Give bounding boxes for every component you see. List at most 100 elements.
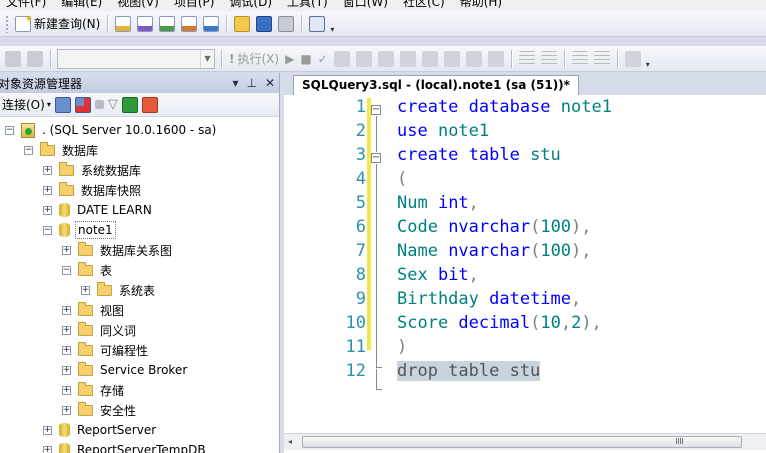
tree-node[interactable]: + 数据库快照 (0, 180, 279, 200)
toolbar-grip[interactable] (5, 14, 9, 33)
tree-node[interactable]: − 数据库 (0, 140, 279, 160)
expand-icon[interactable]: + (62, 365, 71, 375)
expand-icon[interactable]: + (43, 185, 52, 195)
parse-button[interactable]: ✓ (315, 48, 331, 70)
code-line[interactable]: Num int, (397, 193, 479, 213)
connect-dropdown[interactable]: 连接(O) ▾ (2, 96, 51, 113)
menu-item[interactable]: 帮助(H) (454, 0, 511, 11)
print-button[interactable] (275, 13, 297, 35)
menu-item[interactable]: 项目(P) (168, 0, 224, 11)
close-icon[interactable]: ✕ (265, 76, 275, 90)
decrease-indent-button[interactable] (569, 48, 591, 70)
filter-icon[interactable]: ▽ (108, 97, 118, 112)
specify-values-button[interactable] (375, 48, 397, 70)
code-line[interactable]: create table stu (397, 145, 561, 165)
available-databases-dropdown[interactable]: ▼ (57, 48, 215, 69)
results-to-grid-button[interactable] (463, 48, 485, 70)
menu-item[interactable]: 文件(F) (0, 0, 55, 11)
expand-icon[interactable]: + (62, 385, 71, 395)
expand-icon[interactable]: + (62, 405, 71, 415)
include-plan-button[interactable] (397, 48, 419, 70)
code-line[interactable]: Name nvarchar(100), (397, 241, 592, 261)
menu-item[interactable]: 工具(T) (281, 0, 337, 11)
tree-node[interactable]: − note1 (0, 220, 279, 240)
tree-node[interactable]: + 数据库关系图 (0, 240, 279, 260)
code-area[interactable]: − − 1 create database note1 2 use note1 3 cre… (284, 95, 766, 433)
code-line[interactable]: ) (397, 337, 407, 357)
tree-node[interactable]: + 安全性 (0, 400, 279, 420)
db-engine-query-button[interactable] (112, 13, 134, 35)
tree-node[interactable]: + 可编程性 (0, 340, 279, 360)
expand-icon[interactable]: + (43, 445, 52, 453)
toolbar-overflow-icon[interactable]: ▾ (646, 60, 650, 71)
tree-node[interactable]: + Service Broker (0, 360, 279, 380)
menu-item[interactable]: 编辑(E) (55, 0, 111, 11)
code-line[interactable]: Birthday datetime, (397, 289, 581, 309)
tree-node[interactable]: + 系统表 (0, 280, 279, 300)
tree-node[interactable]: + ReportServerTempDB (0, 440, 279, 453)
client-stats-button[interactable] (419, 48, 441, 70)
display-plan-button[interactable] (331, 48, 353, 70)
expand-icon[interactable]: + (62, 305, 71, 315)
sqlce-query-button[interactable] (200, 13, 222, 35)
window-position-icon[interactable]: ▾ (232, 76, 238, 90)
tree-node[interactable]: − 表 (0, 260, 279, 280)
query-designer-button[interactable] (353, 48, 375, 70)
tree-node[interactable]: + 视图 (0, 300, 279, 320)
scroll-left-icon[interactable]: ◂ (288, 437, 292, 446)
menu-item[interactable]: 社区(C) (397, 0, 454, 11)
pin-icon[interactable]: ⊥ (246, 76, 256, 90)
code-line[interactable]: ( (397, 169, 407, 189)
specify-template-button[interactable] (622, 48, 644, 70)
tree-node[interactable]: + 系统数据库 (0, 160, 279, 180)
xmla-query-button[interactable] (178, 13, 200, 35)
horizontal-scrollbar[interactable]: ◂ (284, 433, 766, 450)
save-button[interactable] (253, 13, 275, 35)
disconnect-icon[interactable] (74, 96, 91, 113)
expand-icon[interactable]: + (43, 425, 52, 435)
expand-icon[interactable]: + (43, 205, 52, 215)
refresh-icon[interactable] (121, 96, 138, 113)
expand-icon[interactable]: + (62, 345, 71, 355)
expand-icon[interactable]: + (43, 165, 52, 175)
uncomment-button[interactable] (538, 48, 560, 70)
code-line[interactable]: use note1 (397, 121, 489, 141)
code-line[interactable]: drop table stu (397, 361, 541, 381)
expand-icon[interactable]: + (62, 325, 71, 335)
mdx-query-button[interactable] (134, 13, 156, 35)
activity-monitor-icon[interactable] (141, 96, 158, 113)
code-line[interactable]: Code nvarchar(100), (397, 217, 592, 237)
code-line[interactable]: Score decimal(10,2), (397, 313, 602, 333)
tab-sqlquery3[interactable]: SQLQuery3.sql - (local).note1 (sa (51))* (293, 75, 579, 95)
stop-icon[interactable] (94, 100, 104, 109)
tree-node[interactable]: + 同义词 (0, 320, 279, 340)
collapse-icon[interactable]: − (5, 125, 14, 135)
activity-monitor-button[interactable] (306, 13, 328, 35)
tree-node[interactable]: + ReportServer (0, 420, 279, 440)
fold-collapse-icon[interactable]: − (371, 153, 381, 163)
menu-item[interactable]: 视图(V) (111, 0, 168, 11)
menu-item[interactable]: 调试(D) (223, 0, 281, 11)
tree-node[interactable]: + DATE LEARN (0, 200, 279, 220)
new-query-button[interactable]: ✦ 新建查询(N) (12, 13, 103, 35)
execute-button[interactable]: ! 执行(X) (226, 48, 282, 70)
code-line[interactable]: Sex bit, (397, 265, 479, 285)
code-line[interactable]: create database note1 (397, 97, 612, 117)
change-connection-button[interactable] (24, 48, 46, 70)
results-to-file-button[interactable] (485, 48, 507, 70)
collapse-icon[interactable]: − (62, 265, 71, 275)
results-to-text-button[interactable] (441, 48, 463, 70)
fold-collapse-icon[interactable]: − (371, 105, 381, 115)
dmx-query-button[interactable] (156, 13, 178, 35)
connect-server-icon[interactable] (54, 96, 71, 113)
open-file-button[interactable] (231, 13, 253, 35)
collapse-icon[interactable]: − (24, 145, 33, 155)
connect-query-button[interactable] (2, 48, 24, 70)
toolbar-overflow-icon[interactable]: ▾ (330, 25, 334, 36)
expand-icon[interactable]: + (81, 285, 90, 295)
increase-indent-button[interactable] (591, 48, 613, 70)
menu-item[interactable]: 窗口(W) (337, 0, 397, 11)
debug-button[interactable]: ▶ (282, 48, 297, 70)
tree-node[interactable]: − . (SQL Server 10.0.1600 - sa) (0, 120, 279, 140)
expand-icon[interactable]: + (62, 245, 71, 255)
